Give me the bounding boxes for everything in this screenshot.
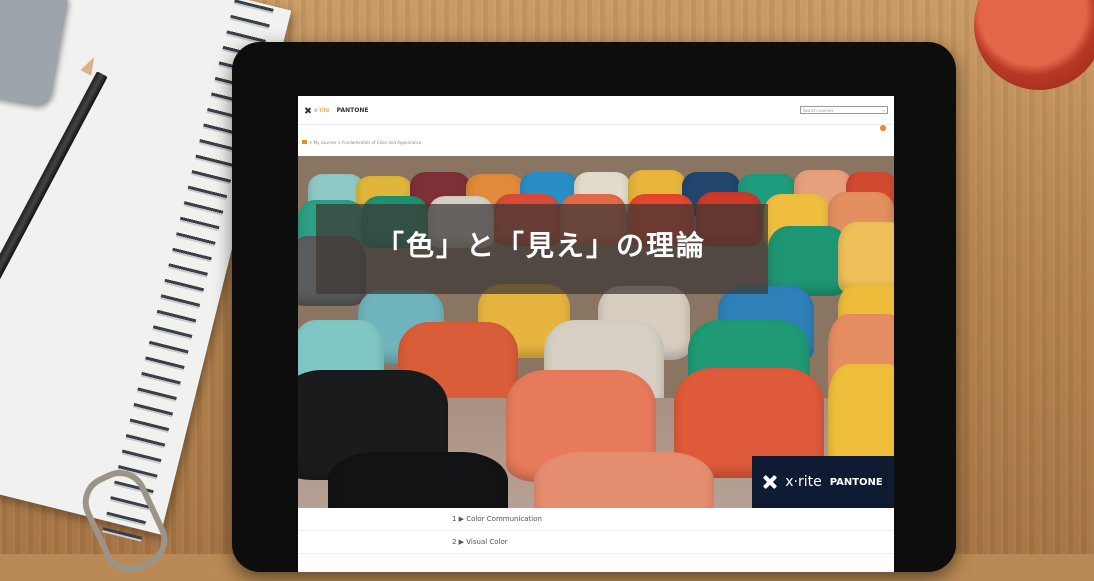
chair xyxy=(328,452,508,508)
breadcrumb-text[interactable]: > My courses > Fundamentals of Color and… xyxy=(309,140,421,145)
chair xyxy=(534,452,714,508)
site-logo[interactable]: x·rite PANTONE xyxy=(304,107,368,114)
search-icon[interactable]: ⌕ xyxy=(883,108,885,113)
red-cup xyxy=(974,0,1094,90)
course-module-list: 1 ▶ Color Communication 2 ▶ Visual Color xyxy=(298,508,894,554)
tablet-screen: x·rite PANTONE Search courses ⌕ > My cou… xyxy=(298,96,894,572)
xrite-wordmark-large: x·rite xyxy=(785,474,822,490)
user-bar xyxy=(298,125,894,135)
tablet: x·rite PANTONE Search courses ⌕ > My cou… xyxy=(232,42,956,572)
search-placeholder: Search courses xyxy=(803,107,834,113)
list-item[interactable]: 2 ▶ Visual Color xyxy=(298,531,894,554)
brand-panel: x·rite PANTONE xyxy=(752,456,894,508)
xrite-wordmark: x·rite xyxy=(314,106,330,114)
pantone-wordmark: PANTONE xyxy=(336,106,369,114)
home-icon[interactable] xyxy=(302,140,307,144)
xrite-logo-icon xyxy=(763,475,777,489)
xrite-mark-icon xyxy=(304,107,311,114)
site-header: x·rite PANTONE Search courses ⌕ xyxy=(298,96,894,125)
course-hero-image: 「色」と「見え」の理論 x·rite PANTONE xyxy=(298,156,894,508)
search-input[interactable]: Search courses ⌕ xyxy=(800,106,888,114)
pantone-wordmark-large: PANTONE xyxy=(829,476,883,488)
list-item[interactable]: 1 ▶ Color Communication xyxy=(298,508,894,531)
user-avatar[interactable] xyxy=(880,125,886,131)
course-title: 「色」と「見え」の理論 xyxy=(376,229,707,262)
breadcrumb: > My courses > Fundamentals of Color and… xyxy=(298,135,894,149)
